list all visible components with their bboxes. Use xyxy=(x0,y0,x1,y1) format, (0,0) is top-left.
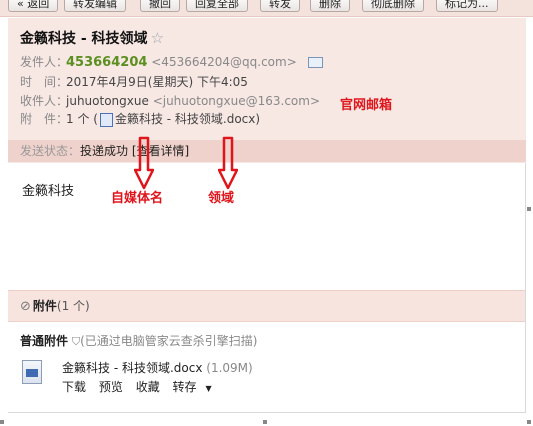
attachment-file-size: (1.09M) xyxy=(206,361,253,375)
mail-subject: 金籁科技 - 科技领域 xyxy=(20,31,148,47)
to-label: 收件人： xyxy=(20,94,69,108)
attachments-title: 附件 xyxy=(32,299,57,313)
paperclip-icon: ⊘ xyxy=(20,299,31,314)
time-label: 时 间： xyxy=(20,75,69,89)
from-label: 发件人： xyxy=(20,55,69,69)
download-link[interactable]: 下载 xyxy=(62,380,86,394)
resize-handle[interactable] xyxy=(263,420,267,424)
resize-handle[interactable] xyxy=(527,420,531,424)
annotation-official-email: 官网邮箱 xyxy=(340,98,393,113)
forward-button[interactable]: 转发 xyxy=(260,0,300,12)
delete-button[interactable]: 删除 xyxy=(310,0,350,12)
to-row: 收件人：juhuotongxue <juhuotongxue@163.com> xyxy=(20,92,320,110)
arrow-down-icon xyxy=(134,136,154,190)
arrow-down-icon xyxy=(218,136,238,190)
forward-edit-button[interactable]: 转发编辑 xyxy=(64,0,126,12)
status-value: 投递成功 xyxy=(80,144,129,158)
attachment-actions: 下载 预览 收藏 转存 ▼ xyxy=(62,378,221,395)
delivery-status-bar: 发送状态：投递成功 [查看详情] xyxy=(8,140,526,162)
save-to-link[interactable]: 转存 xyxy=(173,380,197,394)
normal-attachments: 普通附件 ⛉(已通过电脑管家云查杀引擎扫描) xyxy=(20,332,257,349)
normal-attachments-label: 普通附件 xyxy=(20,334,69,348)
annotation-media-name: 自媒体名 xyxy=(111,191,164,206)
attachment-prefix: 1 个 ( xyxy=(66,112,98,126)
toolbar: « 返回 转发编辑 撤回 回复全部 转发 删除 彻底删除 标记为... xyxy=(0,0,533,17)
attachment-suffix: ) xyxy=(255,112,261,126)
star-icon[interactable]: ☆ xyxy=(151,29,164,47)
from-row: 发件人：453664204 <453664204@qq.com> xyxy=(20,53,323,71)
recall-button[interactable]: 撤回 xyxy=(140,0,180,12)
resize-handle[interactable] xyxy=(527,207,531,211)
preview-link[interactable]: 预览 xyxy=(99,380,123,394)
attachment-file-name[interactable]: 金籁科技 - 科技领域.docx xyxy=(62,361,202,375)
chevron-down-icon[interactable]: ▼ xyxy=(206,384,212,393)
shield-icon: ⛉ xyxy=(71,335,81,348)
status-label: 发送状态： xyxy=(20,144,81,158)
docx-icon xyxy=(99,112,113,127)
sender-address[interactable]: <453664204@qq.com> xyxy=(151,55,297,69)
frame-right-border xyxy=(525,163,526,413)
attachment-label: 附 件： xyxy=(20,112,69,126)
attachment-row: 附 件：1 个 ( 金籁科技 - 科技领域.docx) xyxy=(20,110,260,128)
contact-card-icon[interactable] xyxy=(307,57,323,68)
permanent-delete-button[interactable]: 彻底删除 xyxy=(362,0,424,12)
attachment-file: 金籁科技 - 科技领域.docx (1.09M) xyxy=(62,359,253,376)
sender-name[interactable]: 453664204 xyxy=(66,55,147,70)
save-favorite-link[interactable]: 收藏 xyxy=(136,380,160,394)
mail-body-text: 金籁科技 xyxy=(22,184,75,199)
annotation-domain: 领域 xyxy=(208,191,235,206)
mark-as-button[interactable]: 标记为... xyxy=(436,0,498,12)
reply-all-button[interactable]: 回复全部 xyxy=(186,0,248,12)
attachments-count: (1 个) xyxy=(56,299,90,313)
time-value: 2017年4月9日(星期天) 下午4:05 xyxy=(66,75,248,89)
recipient-address[interactable]: <juhuotongxue@163.com> xyxy=(153,94,320,108)
time-row: 时 间：2017年4月9日(星期天) 下午4:05 xyxy=(20,73,248,91)
frame-bottom-border xyxy=(8,412,526,413)
scan-note: (已通过电脑管家云查杀引擎扫描) xyxy=(80,334,258,348)
word-file-icon[interactable] xyxy=(22,360,42,384)
attachment-link[interactable]: 金籁科技 - 科技领域.docx xyxy=(115,112,255,126)
attachments-bar: ⊘ 附件(1 个) xyxy=(8,290,526,322)
recipient-name[interactable]: juhuotongxue xyxy=(66,94,149,108)
resize-handle[interactable] xyxy=(0,420,4,424)
subject-row: 金籁科技 - 科技领域 ☆ xyxy=(20,28,164,48)
back-button[interactable]: « 返回 xyxy=(8,0,59,12)
